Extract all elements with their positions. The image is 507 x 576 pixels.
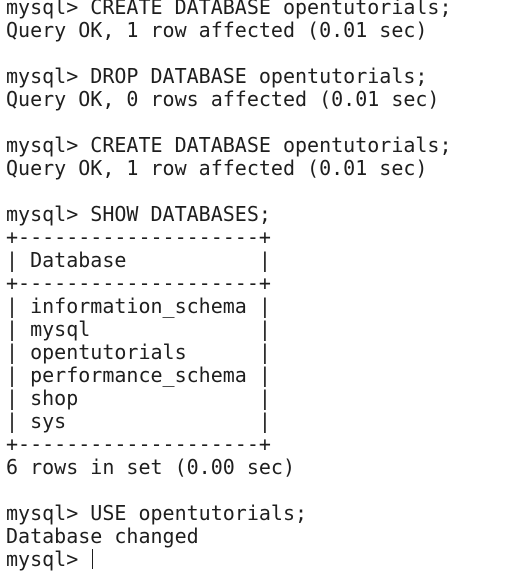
terminal-line: Query OK, 0 rows affected (0.01 sec) — [6, 87, 440, 111]
terminal-line: mysql> CREATE DATABASE opentutorials; — [6, 0, 452, 19]
prompt: mysql> — [6, 547, 91, 571]
terminal-line: | opentutorials | — [6, 340, 271, 364]
terminal-line: | shop | — [6, 386, 271, 410]
terminal-line: | Database | — [6, 248, 271, 272]
terminal-line: +--------------------+ — [6, 271, 271, 295]
terminal-line: | mysql | — [6, 317, 271, 341]
terminal-line: Database changed — [6, 524, 199, 548]
terminal-line: mysql> CREATE DATABASE opentutorials; — [6, 133, 452, 157]
terminal-line: | performance_schema | — [6, 363, 271, 387]
terminal-line: mysql> DROP DATABASE opentutorials; — [6, 64, 428, 88]
terminal-output[interactable]: mysql> CREATE DATABASE opentutorials; Que… — [6, 0, 452, 571]
terminal-line: 6 rows in set (0.00 sec) — [6, 455, 295, 479]
terminal-line: | sys | — [6, 409, 271, 433]
prompt-line[interactable]: mysql> — [6, 548, 452, 571]
terminal-line: +--------------------+ — [6, 225, 271, 249]
terminal-line: +--------------------+ — [6, 432, 271, 456]
terminal-line: | information_schema | — [6, 294, 271, 318]
text-cursor — [92, 549, 94, 569]
terminal-line: mysql> SHOW DATABASES; — [6, 202, 271, 226]
terminal-line: Query OK, 1 row affected (0.01 sec) — [6, 156, 428, 180]
terminal-line: Query OK, 1 row affected (0.01 sec) — [6, 18, 428, 42]
terminal-line: mysql> USE opentutorials; — [6, 501, 308, 525]
